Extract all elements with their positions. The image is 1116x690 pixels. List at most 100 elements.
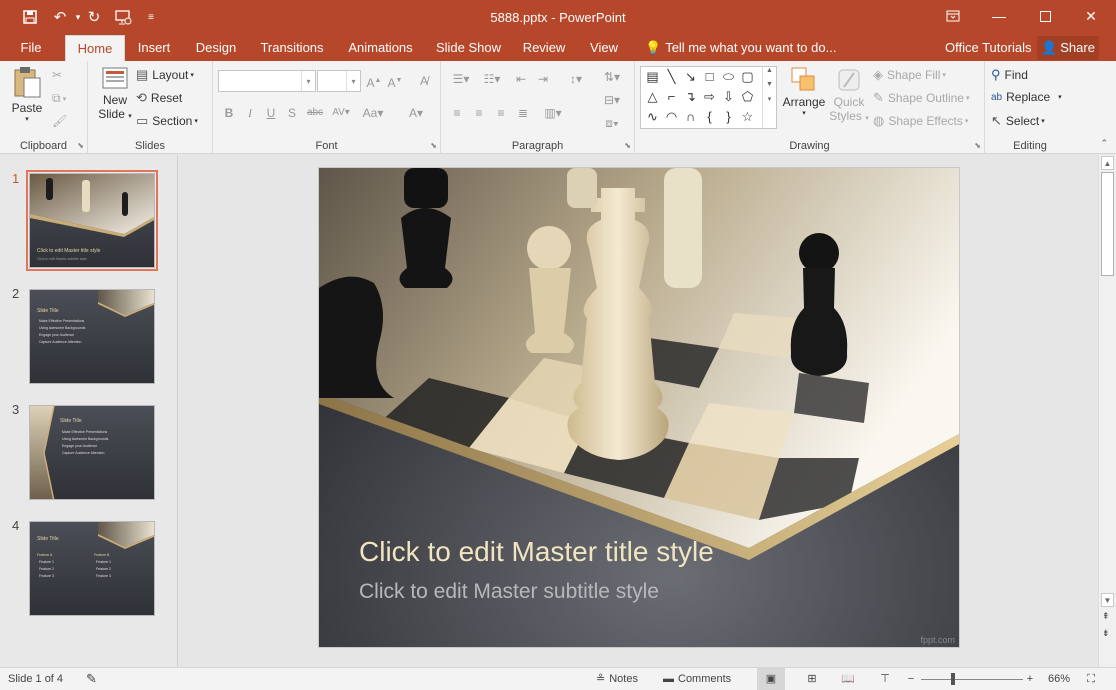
zoom-in-icon[interactable]: + xyxy=(1024,668,1036,690)
change-case-icon[interactable]: Aa▾ xyxy=(359,103,387,123)
office-tutorials-account[interactable]: Office Tutorials xyxy=(945,35,1031,61)
ribbon-display-icon[interactable] xyxy=(930,0,976,32)
bullets-icon[interactable]: ☰▾ xyxy=(448,69,474,89)
curve-shape-icon[interactable]: ∩ xyxy=(681,108,700,126)
copy-icon[interactable]: ⧉ ▾ xyxy=(52,91,66,106)
comments-button[interactable]: ▬ Comments xyxy=(663,668,731,690)
save-icon[interactable] xyxy=(20,7,40,27)
right-arrow-shape-icon[interactable]: ⇨ xyxy=(700,88,719,106)
select-button[interactable]: ↖ Select ▾ xyxy=(991,113,1045,129)
vertical-scrollbar[interactable]: ▲ ▼ ⇞ ⇟ xyxy=(1098,155,1116,667)
replace-button[interactable]: ab Replace ▾ xyxy=(991,90,1062,104)
scroll-up-icon[interactable]: ▲ xyxy=(1101,156,1114,170)
reading-view-icon[interactable]: 📖 xyxy=(839,668,857,690)
text-direction-icon[interactable]: ⇅▾ xyxy=(599,67,625,87)
slide-thumbnail-2[interactable]: Slide Title Make Effective Presentations… xyxy=(29,289,155,384)
customize-qat-icon[interactable]: ≡ xyxy=(141,7,161,27)
tab-view[interactable]: View xyxy=(584,35,624,61)
strikethrough-icon[interactable]: abc xyxy=(304,103,326,123)
maximize-icon[interactable] xyxy=(1022,0,1068,32)
scrollbar-thumb[interactable] xyxy=(1101,172,1114,276)
gallery-more-icon[interactable]: ▾ xyxy=(763,95,776,103)
tab-transitions[interactable]: Transitions xyxy=(254,35,330,61)
scroll-down-icon[interactable]: ▼ xyxy=(1101,593,1114,607)
line-spacing-icon[interactable]: ↕▾ xyxy=(563,69,589,89)
share-button[interactable]: 👤 Share xyxy=(1037,36,1099,60)
notes-button[interactable]: ≗ Notes xyxy=(596,668,638,690)
slide-thumbnail-1[interactable]: Click to edit Master title style Click t… xyxy=(26,170,158,271)
slide-thumbnail-4[interactable]: Slide Title Feature A Feature 1 Feature … xyxy=(29,521,155,616)
rectangle-shape-icon[interactable]: □ xyxy=(700,68,719,86)
format-painter-icon[interactable]: 🖌 xyxy=(52,114,67,128)
tab-animations[interactable]: Animations xyxy=(342,35,419,61)
tab-home[interactable]: Home xyxy=(65,35,125,61)
reset-button[interactable]: ⟲ Reset xyxy=(136,90,182,106)
numbering-icon[interactable]: ☷▾ xyxy=(479,69,505,89)
zoom-out-icon[interactable]: − xyxy=(905,668,917,690)
present-from-start-icon[interactable] xyxy=(113,7,133,27)
justify-icon[interactable]: ≣ xyxy=(514,103,532,123)
close-icon[interactable]: ✕ xyxy=(1068,0,1114,32)
slide-title-placeholder[interactable]: Click to edit Master title style xyxy=(359,536,714,568)
font-name-combo[interactable]: ▾ xyxy=(218,70,316,92)
next-slide-icon[interactable]: ⇟ xyxy=(1102,628,1110,639)
text-box-shape-icon[interactable]: ▤ xyxy=(643,68,662,86)
section-button[interactable]: ▭ Section ▾ xyxy=(136,113,198,129)
pentagon-shape-icon[interactable]: ⬠ xyxy=(738,88,757,106)
decrease-indent-icon[interactable]: ⇤ xyxy=(512,69,530,89)
zoom-slider-thumb[interactable] xyxy=(951,673,955,685)
shape-fill-button[interactable]: ◈ Shape Fill ▾ xyxy=(873,67,946,83)
tell-me-box[interactable]: 💡 Tell me what you want to do... xyxy=(645,35,836,61)
align-center-icon[interactable]: ≡ xyxy=(470,103,488,123)
collapse-ribbon-icon[interactable]: ⌃ xyxy=(1100,138,1108,149)
clipboard-launcher-icon[interactable]: ⬊ xyxy=(77,141,84,150)
tab-slide-show[interactable]: Slide Show xyxy=(432,35,505,61)
gallery-scroll[interactable]: ▲ ▼ ▾ xyxy=(762,67,776,128)
right-brace-shape-icon[interactable]: } xyxy=(719,108,738,126)
zoom-level[interactable]: 66% xyxy=(1048,668,1070,690)
fit-to-window-icon[interactable]: ⛶ xyxy=(1083,668,1099,690)
align-text-icon[interactable]: ⊟▾ xyxy=(599,90,625,110)
font-color-icon[interactable]: A▾ xyxy=(403,103,429,123)
redo-icon[interactable]: ↻ xyxy=(84,7,104,27)
normal-view-icon[interactable]: ▣ xyxy=(757,668,785,690)
tab-design[interactable]: Design xyxy=(189,35,243,61)
down-arrow-shape-icon[interactable]: ⇩ xyxy=(719,88,738,106)
minimize-icon[interactable]: — xyxy=(976,0,1022,32)
elbow-connector-shape-icon[interactable]: ⌐ xyxy=(662,88,681,106)
arrange-button[interactable]: Arrange ▾ xyxy=(782,65,826,137)
layout-button[interactable]: ▤ Layout ▾ xyxy=(136,67,194,83)
gallery-up-icon[interactable]: ▲ xyxy=(763,67,776,74)
columns-icon[interactable]: ▥▾ xyxy=(539,103,567,123)
decrease-font-icon[interactable]: A▼ xyxy=(386,71,404,91)
increase-indent-icon[interactable]: ⇥ xyxy=(534,69,552,89)
oval-shape-icon[interactable]: ⬭ xyxy=(719,68,738,86)
spelling-check-icon[interactable]: ✎ xyxy=(86,668,97,690)
gallery-down-icon[interactable]: ▼ xyxy=(763,81,776,88)
increase-font-icon[interactable]: A▲ xyxy=(365,71,383,91)
shape-effects-button[interactable]: ◍ Shape Effects ▾ xyxy=(873,113,968,129)
find-button[interactable]: ⚲ Find xyxy=(991,67,1028,83)
tab-insert[interactable]: Insert xyxy=(131,35,177,61)
current-slide[interactable]: Click to edit Master title style Click t… xyxy=(318,167,960,648)
tab-file[interactable]: File xyxy=(10,35,52,61)
character-spacing-icon[interactable]: AV▾ xyxy=(329,103,353,123)
tab-review[interactable]: Review xyxy=(518,35,570,61)
quick-styles-button[interactable]: Quick Styles ▾ xyxy=(828,65,870,137)
left-brace-shape-icon[interactable]: { xyxy=(700,108,719,126)
font-launcher-icon[interactable]: ⬊ xyxy=(430,141,437,150)
line-shape-icon[interactable]: ╲ xyxy=(662,68,681,86)
rounded-rect-shape-icon[interactable]: ▢ xyxy=(738,68,757,86)
slide-sorter-icon[interactable]: ⊞ xyxy=(803,668,821,690)
paste-button[interactable]: Paste ▾ xyxy=(10,65,44,133)
drawing-launcher-icon[interactable]: ⬊ xyxy=(974,141,981,150)
star-shape-icon[interactable]: ☆ xyxy=(738,108,757,126)
undo-icon[interactable]: ↶ xyxy=(50,7,70,27)
zoom-slider-track[interactable] xyxy=(921,679,1023,680)
slide-thumbnail-3[interactable]: Slide Title Make Effective Presentations… xyxy=(29,405,155,500)
shape-outline-button[interactable]: ✎ Shape Outline ▾ xyxy=(873,90,969,106)
slide-show-view-icon[interactable]: ⊤ xyxy=(876,668,894,690)
font-size-combo[interactable]: ▾ xyxy=(317,70,361,92)
triangle-shape-icon[interactable]: △ xyxy=(643,88,662,106)
freeform-shape-icon[interactable]: ∿ xyxy=(643,108,662,126)
